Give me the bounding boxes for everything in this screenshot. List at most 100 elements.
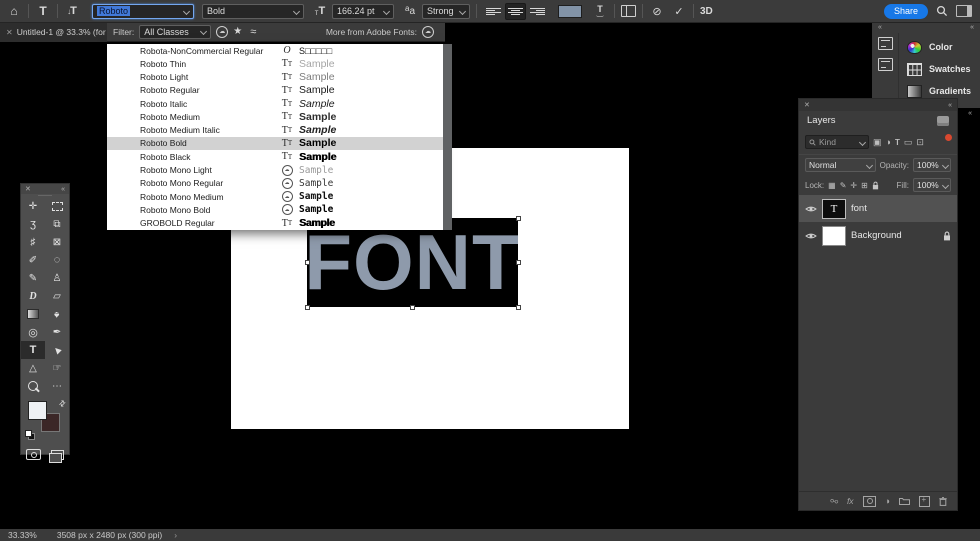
libraries-panel-icon[interactable] bbox=[877, 58, 893, 71]
font-family-select[interactable]: Roboto bbox=[92, 3, 194, 19]
lock-position-icon[interactable] bbox=[850, 181, 857, 190]
font-list-item[interactable]: Roboto Medium Italic Sample bbox=[107, 124, 443, 137]
history-brush-tool[interactable] bbox=[21, 287, 45, 305]
trash-icon[interactable] bbox=[939, 496, 947, 506]
hand-tool[interactable] bbox=[45, 359, 69, 377]
clone-stamp-tool[interactable] bbox=[45, 269, 69, 287]
healing-brush-tool[interactable] bbox=[45, 251, 69, 269]
properties-panel-icon[interactable] bbox=[877, 37, 893, 50]
align-right-button[interactable] bbox=[528, 4, 547, 19]
cancel-icon[interactable] bbox=[649, 2, 665, 20]
layers-panel-title[interactable]: Layers bbox=[807, 115, 836, 126]
align-left-button[interactable] bbox=[484, 4, 503, 19]
brush-tool[interactable] bbox=[21, 269, 45, 287]
collapse-icon[interactable]: « bbox=[948, 102, 952, 109]
text-color-swatch[interactable] bbox=[558, 4, 582, 18]
shape-tool[interactable] bbox=[21, 359, 45, 377]
font-list-item[interactable]: Roboto Mono Medium Sample bbox=[107, 190, 443, 203]
adobe-fonts-icon[interactable] bbox=[422, 25, 434, 38]
default-colors-icon[interactable] bbox=[25, 430, 35, 440]
blend-mode-select[interactable]: Normal bbox=[805, 158, 876, 172]
text-tool-icon[interactable] bbox=[35, 2, 51, 20]
blur-tool[interactable] bbox=[45, 305, 69, 323]
similar-fonts-icon[interactable] bbox=[250, 26, 256, 38]
transform-handle[interactable] bbox=[304, 260, 310, 265]
fill-select[interactable]: 100% bbox=[913, 178, 951, 192]
layer-mask-icon[interactable] bbox=[862, 495, 876, 507]
filter-type-layers-icon[interactable] bbox=[895, 137, 900, 147]
lock-pixels-icon[interactable] bbox=[840, 181, 847, 190]
object-selection-tool[interactable] bbox=[45, 215, 69, 233]
eyedropper-tool[interactable] bbox=[21, 251, 45, 269]
zoom-level[interactable]: 33.33% bbox=[8, 530, 37, 540]
font-size-select[interactable]: 166.24 pt bbox=[332, 3, 394, 19]
3d-button[interactable]: 3D bbox=[700, 6, 713, 17]
panel-menu-icon[interactable] bbox=[937, 115, 949, 126]
eye-icon[interactable] bbox=[805, 205, 817, 213]
swatches-panel-tab[interactable]: Swatches bbox=[907, 62, 980, 76]
background-layer-thumbnail[interactable] bbox=[822, 225, 846, 246]
font-list-item-selected[interactable]: Roboto Bold Sample bbox=[107, 136, 443, 151]
close-icon[interactable]: ✕ bbox=[25, 185, 31, 193]
font-list-item[interactable]: Robota-NonCommercial Regular S□□□□□ bbox=[107, 44, 443, 57]
collapse-icon[interactable]: « bbox=[878, 24, 882, 31]
commit-icon[interactable] bbox=[671, 2, 687, 20]
font-list-item[interactable]: Roboto Black Sample bbox=[107, 150, 443, 163]
text-orientation-icon[interactable] bbox=[64, 2, 80, 20]
search-icon[interactable] bbox=[936, 5, 948, 17]
eraser-tool[interactable] bbox=[45, 287, 69, 305]
opacity-select[interactable]: 100% bbox=[913, 158, 951, 172]
lock-transparency-icon[interactable] bbox=[828, 181, 836, 190]
layer-filtering-toggle[interactable] bbox=[945, 134, 952, 141]
layer-filter-select[interactable]: Kind bbox=[805, 135, 869, 149]
share-button[interactable]: Share bbox=[883, 3, 928, 19]
close-icon[interactable]: ✕ bbox=[804, 101, 810, 109]
quick-mask-icon[interactable] bbox=[26, 449, 41, 460]
gradient-tool[interactable] bbox=[21, 305, 45, 323]
lock-artboard-icon[interactable] bbox=[861, 181, 868, 190]
eye-icon[interactable] bbox=[805, 232, 817, 240]
document-tab[interactable]: Untitled-1 @ 33.3% (for bbox=[0, 22, 107, 42]
text-layer-thumbnail[interactable]: T bbox=[822, 198, 846, 219]
dodge-tool[interactable] bbox=[21, 323, 45, 341]
crop-tool[interactable] bbox=[21, 233, 45, 251]
type-tool[interactable] bbox=[21, 341, 45, 359]
color-panel-tab[interactable]: Color bbox=[907, 40, 980, 54]
zoom-tool[interactable] bbox=[21, 377, 45, 395]
layer-row-background[interactable]: Background bbox=[799, 222, 957, 249]
transform-handle[interactable] bbox=[515, 304, 521, 310]
font-style-select[interactable]: Bold bbox=[202, 3, 304, 19]
foreground-color-swatch[interactable] bbox=[28, 401, 47, 420]
edit-toolbar-button[interactable] bbox=[45, 377, 69, 395]
filter-pixel-layers-icon[interactable] bbox=[873, 137, 882, 148]
align-center-button[interactable] bbox=[505, 2, 526, 20]
frame-tool[interactable] bbox=[45, 233, 69, 251]
transform-handle[interactable] bbox=[515, 260, 521, 265]
collapse-icon[interactable]: « bbox=[61, 186, 65, 193]
layer-row-font[interactable]: T font bbox=[799, 195, 957, 222]
pen-tool[interactable] bbox=[45, 323, 69, 341]
lock-all-icon[interactable] bbox=[872, 181, 879, 190]
screen-mode-icon[interactable] bbox=[49, 449, 64, 463]
link-layers-icon[interactable] bbox=[830, 497, 838, 506]
marquee-tool[interactable] bbox=[45, 197, 69, 215]
adjustment-layer-icon[interactable] bbox=[885, 496, 890, 506]
dropdown-scrollbar[interactable] bbox=[443, 44, 452, 230]
font-list-item[interactable]: Roboto Mono Light Sample bbox=[107, 163, 443, 176]
filter-smart-objects-icon[interactable] bbox=[916, 137, 924, 148]
move-tool[interactable] bbox=[21, 197, 45, 215]
font-list-item[interactable]: Roboto Regular Sample bbox=[107, 84, 443, 97]
filter-shape-layers-icon[interactable] bbox=[904, 137, 913, 148]
font-list-item[interactable]: Roboto Thin Sample bbox=[107, 57, 443, 70]
favorites-filter-icon[interactable] bbox=[233, 26, 242, 37]
home-icon[interactable] bbox=[6, 2, 22, 20]
workspace-icon[interactable] bbox=[956, 5, 972, 17]
font-list-item[interactable]: Roboto Mono Regular Sample bbox=[107, 177, 443, 190]
filter-classes-select[interactable]: All Classes bbox=[139, 24, 212, 39]
status-menu-arrow-icon[interactable] bbox=[174, 530, 177, 540]
font-list-item[interactable]: GROBOLD Regular Sample bbox=[107, 216, 443, 229]
collapse-icon[interactable]: « bbox=[970, 24, 974, 31]
close-icon[interactable] bbox=[6, 28, 13, 37]
gradients-panel-tab[interactable]: Gradients bbox=[907, 84, 980, 98]
path-selection-tool[interactable] bbox=[45, 341, 69, 359]
